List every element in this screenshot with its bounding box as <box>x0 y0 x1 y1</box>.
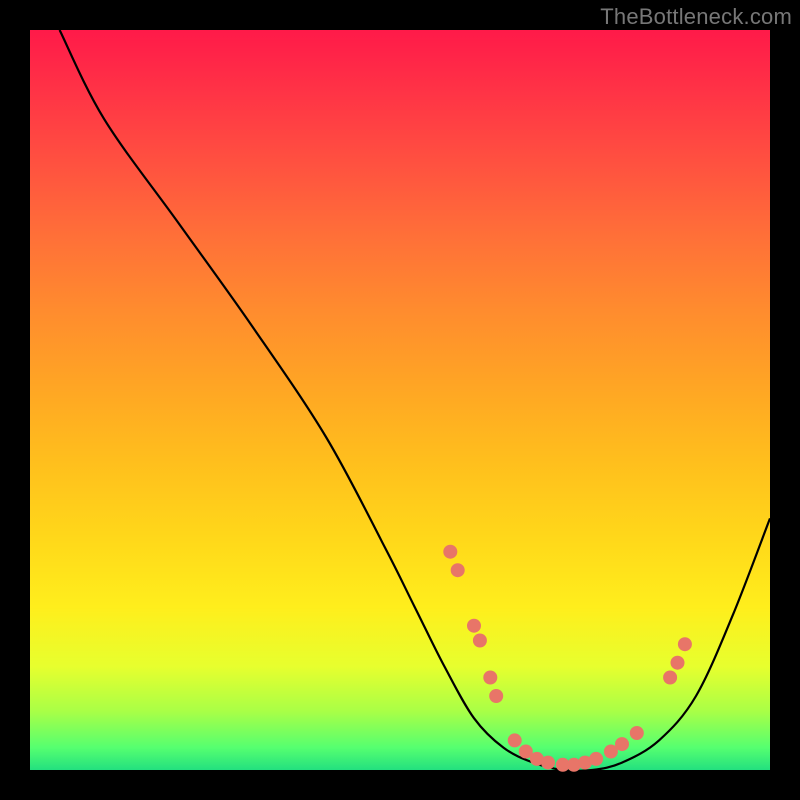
data-dot <box>443 545 457 559</box>
plot-area <box>30 30 770 770</box>
data-dot <box>489 689 503 703</box>
data-dot <box>483 671 497 685</box>
curve-layer <box>30 30 770 770</box>
data-dots-group <box>443 545 692 772</box>
watermark-text: TheBottleneck.com <box>600 4 792 30</box>
data-dot <box>663 671 677 685</box>
data-dot <box>615 737 629 751</box>
data-dot <box>473 634 487 648</box>
data-dot <box>467 619 481 633</box>
data-dot <box>671 656 685 670</box>
data-dot <box>678 637 692 651</box>
data-dot <box>630 726 644 740</box>
data-dot <box>541 756 555 770</box>
data-dot <box>508 733 522 747</box>
data-dot <box>589 752 603 766</box>
chart-frame: TheBottleneck.com <box>0 0 800 800</box>
data-dot <box>451 563 465 577</box>
bottleneck-curve <box>60 30 770 771</box>
